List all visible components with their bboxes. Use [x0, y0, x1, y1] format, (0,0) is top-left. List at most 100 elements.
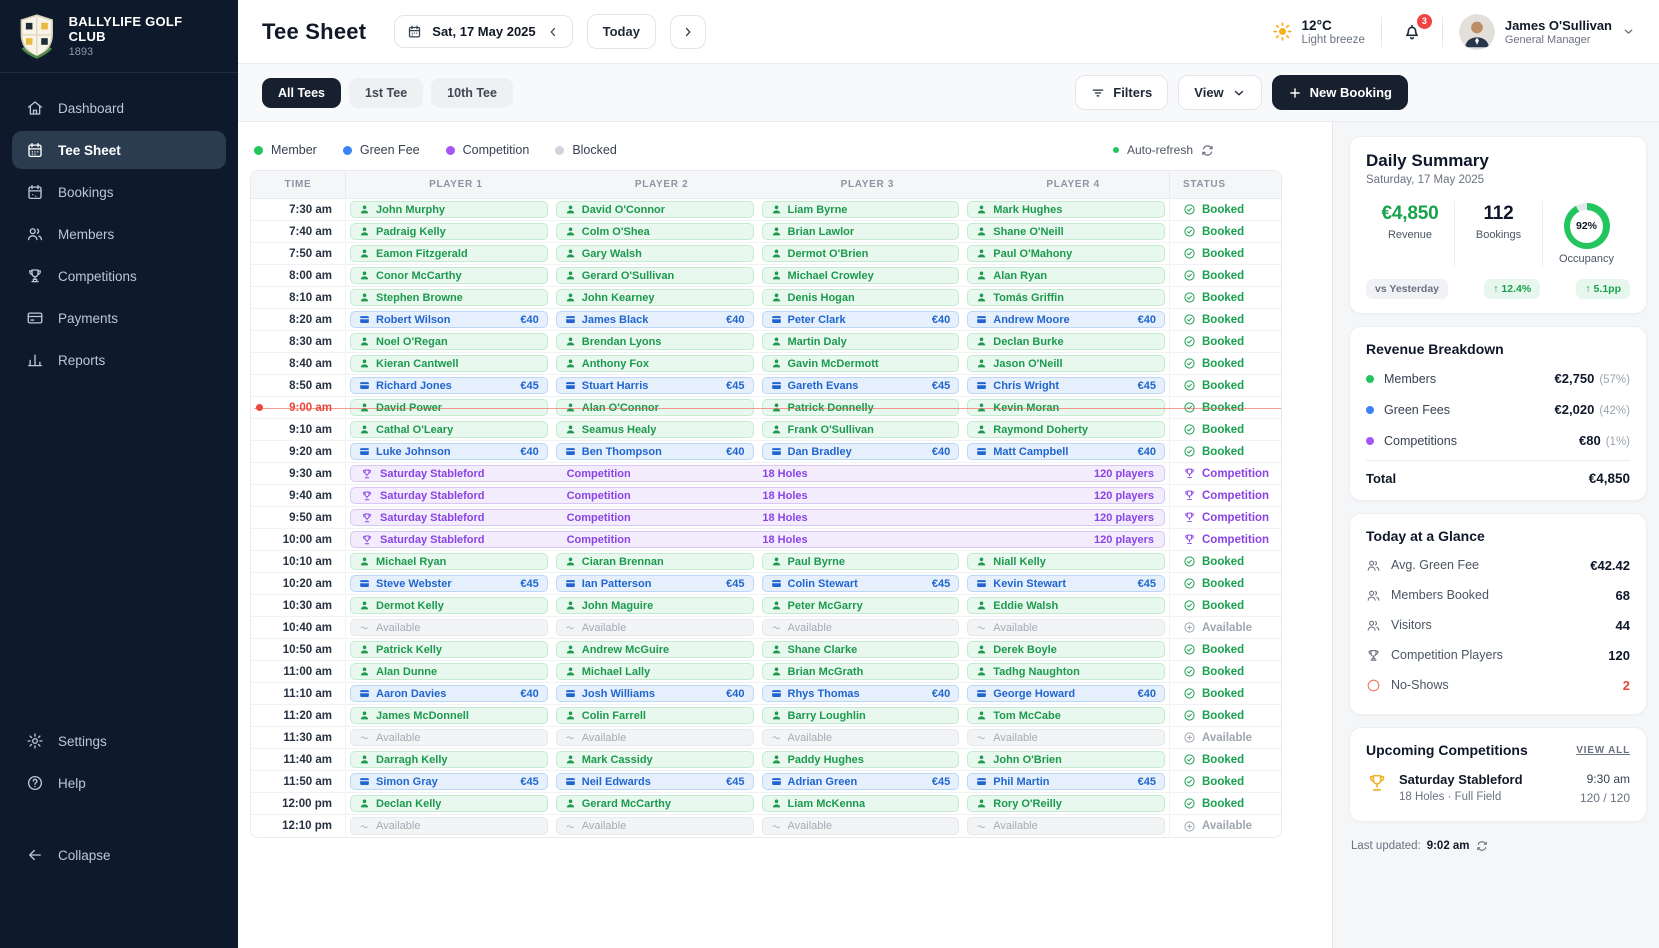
player-cell[interactable]: Denis Hogan [762, 289, 960, 306]
player-cell[interactable]: Gerard McCarthy [556, 795, 754, 812]
player-cell[interactable]: Available [762, 619, 960, 636]
sidebar-item-reports[interactable]: Reports [12, 341, 226, 379]
player-cell[interactable]: Gareth Evans€45 [762, 377, 960, 394]
player-cell[interactable]: George Howard€40 [967, 685, 1165, 702]
player-cell[interactable]: Rhys Thomas€40 [762, 685, 960, 702]
player-cell[interactable]: Brendan Lyons [556, 333, 754, 350]
player-cell[interactable]: Paul Byrne [762, 553, 960, 570]
competition-item[interactable]: Saturday Stableford18 Holes · Full Field… [1366, 768, 1630, 807]
player-cell[interactable]: Alan Dunne [350, 663, 548, 680]
player-cell[interactable]: James McDonnell [350, 707, 548, 724]
player-cell[interactable]: Richard Jones€45 [350, 377, 548, 394]
player-cell[interactable]: Anthony Fox [556, 355, 754, 372]
player-cell[interactable]: Darragh Kelly [350, 751, 548, 768]
player-cell[interactable]: Andrew McGuire [556, 641, 754, 658]
view-dropdown[interactable]: View [1178, 75, 1261, 110]
player-cell[interactable]: Colm O'Shea [556, 223, 754, 240]
player-cell[interactable]: Brian McGrath [762, 663, 960, 680]
player-cell[interactable]: Raymond Doherty [967, 421, 1165, 438]
player-cell[interactable]: Brian Lawlor [762, 223, 960, 240]
player-cell[interactable]: Gary Walsh [556, 245, 754, 262]
collapse-sidebar-button[interactable]: Collapse [12, 836, 226, 874]
filters-button[interactable]: Filters [1075, 75, 1168, 110]
player-cell[interactable]: Stephen Browne [350, 289, 548, 306]
sidebar-item-bookings[interactable]: Bookings [12, 173, 226, 211]
player-cell[interactable]: Declan Kelly [350, 795, 548, 812]
player-cell[interactable]: Rory O'Reilly [967, 795, 1165, 812]
player-cell[interactable]: Gerard O'Sullivan [556, 267, 754, 284]
today-button[interactable]: Today [587, 14, 656, 49]
player-cell[interactable]: Available [762, 729, 960, 746]
player-cell[interactable]: Paddy Hughes [762, 751, 960, 768]
new-booking-button[interactable]: New Booking [1272, 75, 1408, 110]
player-cell[interactable]: Available [762, 817, 960, 835]
player-cell[interactable]: Chris Wright€45 [967, 377, 1165, 394]
player-cell[interactable]: James Black€40 [556, 311, 754, 328]
player-cell[interactable]: Cathal O'Leary [350, 421, 548, 438]
sidebar-item-members[interactable]: Members [12, 215, 226, 253]
player-cell[interactable]: Barry Loughlin [762, 707, 960, 724]
player-cell[interactable]: Derek Boyle [967, 641, 1165, 658]
player-cell[interactable]: Shane Clarke [762, 641, 960, 658]
sidebar-item-payments[interactable]: Payments [12, 299, 226, 337]
player-cell[interactable]: Michael Lally [556, 663, 754, 680]
prev-day-button[interactable] [546, 25, 560, 39]
player-cell[interactable]: Kieran Cantwell [350, 355, 548, 372]
player-cell[interactable]: Luke Johnson€40 [350, 443, 548, 460]
player-cell[interactable]: David Power [350, 399, 548, 416]
refresh-icon[interactable] [1476, 840, 1488, 852]
player-cell[interactable]: Neil Edwards€45 [556, 773, 754, 790]
competition-block[interactable]: Saturday StablefordCompetition18 Holes12… [350, 509, 1165, 526]
sidebar-item-settings[interactable]: Settings [12, 722, 226, 760]
player-cell[interactable]: Available [967, 817, 1165, 835]
player-cell[interactable]: Shane O'Neill [967, 223, 1165, 240]
player-cell[interactable]: Liam McKenna [762, 795, 960, 812]
competition-block[interactable]: Saturday StablefordCompetition18 Holes12… [350, 465, 1165, 482]
tab-10th-tee[interactable]: 10th Tee [431, 78, 513, 108]
user-menu[interactable]: James O'Sullivan General Manager [1459, 14, 1635, 50]
player-cell[interactable]: Dan Bradley€40 [762, 443, 960, 460]
competition-block[interactable]: Saturday StablefordCompetition18 Holes12… [350, 531, 1165, 548]
player-cell[interactable]: Matt Campbell€40 [967, 443, 1165, 460]
player-cell[interactable]: Colin Farrell [556, 707, 754, 724]
player-cell[interactable]: Peter Clark€40 [762, 311, 960, 328]
player-cell[interactable]: Robert Wilson€40 [350, 311, 548, 328]
player-cell[interactable]: Seamus Healy [556, 421, 754, 438]
player-cell[interactable]: Available [350, 619, 548, 636]
player-cell[interactable]: Padraig Kelly [350, 223, 548, 240]
tab-all-tees[interactable]: All Tees [262, 78, 341, 108]
player-cell[interactable]: Josh Williams€40 [556, 685, 754, 702]
player-cell[interactable]: Colin Stewart€45 [762, 575, 960, 592]
player-cell[interactable]: Available [350, 817, 548, 835]
player-cell[interactable]: Dermot Kelly [350, 597, 548, 614]
player-cell[interactable]: Available [556, 619, 754, 636]
refresh-icon[interactable] [1201, 144, 1214, 157]
player-cell[interactable]: Declan Burke [967, 333, 1165, 350]
player-cell[interactable]: John O'Brien [967, 751, 1165, 768]
player-cell[interactable]: John Maguire [556, 597, 754, 614]
player-cell[interactable]: Michael Ryan [350, 553, 548, 570]
player-cell[interactable]: Paul O'Mahony [967, 245, 1165, 262]
player-cell[interactable]: Gavin McDermott [762, 355, 960, 372]
player-cell[interactable]: Frank O'Sullivan [762, 421, 960, 438]
player-cell[interactable]: Mark Hughes [967, 201, 1165, 218]
player-cell[interactable]: Ben Thompson€40 [556, 443, 754, 460]
next-day-button[interactable] [670, 15, 706, 49]
player-cell[interactable]: Alan O'Connor [556, 399, 754, 416]
player-cell[interactable]: Tomás Griffin [967, 289, 1165, 306]
player-cell[interactable]: Tom McCabe [967, 707, 1165, 724]
player-cell[interactable]: Patrick Donnelly [762, 399, 960, 416]
player-cell[interactable]: John Kearney [556, 289, 754, 306]
player-cell[interactable]: Stuart Harris€45 [556, 377, 754, 394]
player-cell[interactable]: Conor McCarthy [350, 267, 548, 284]
competition-block[interactable]: Saturday StablefordCompetition18 Holes12… [350, 487, 1165, 504]
date-picker[interactable]: Sat, 17 May 2025 [394, 15, 572, 48]
player-cell[interactable]: Eamon Fitzgerald [350, 245, 548, 262]
player-cell[interactable]: Ian Patterson€45 [556, 575, 754, 592]
player-cell[interactable]: Liam Byrne [762, 201, 960, 218]
player-cell[interactable]: Peter McGarry [762, 597, 960, 614]
player-cell[interactable]: John Murphy [350, 201, 548, 218]
sidebar-item-dashboard[interactable]: Dashboard [12, 89, 226, 127]
sidebar-item-competitions[interactable]: Competitions [12, 257, 226, 295]
player-cell[interactable]: Noel O'Regan [350, 333, 548, 350]
